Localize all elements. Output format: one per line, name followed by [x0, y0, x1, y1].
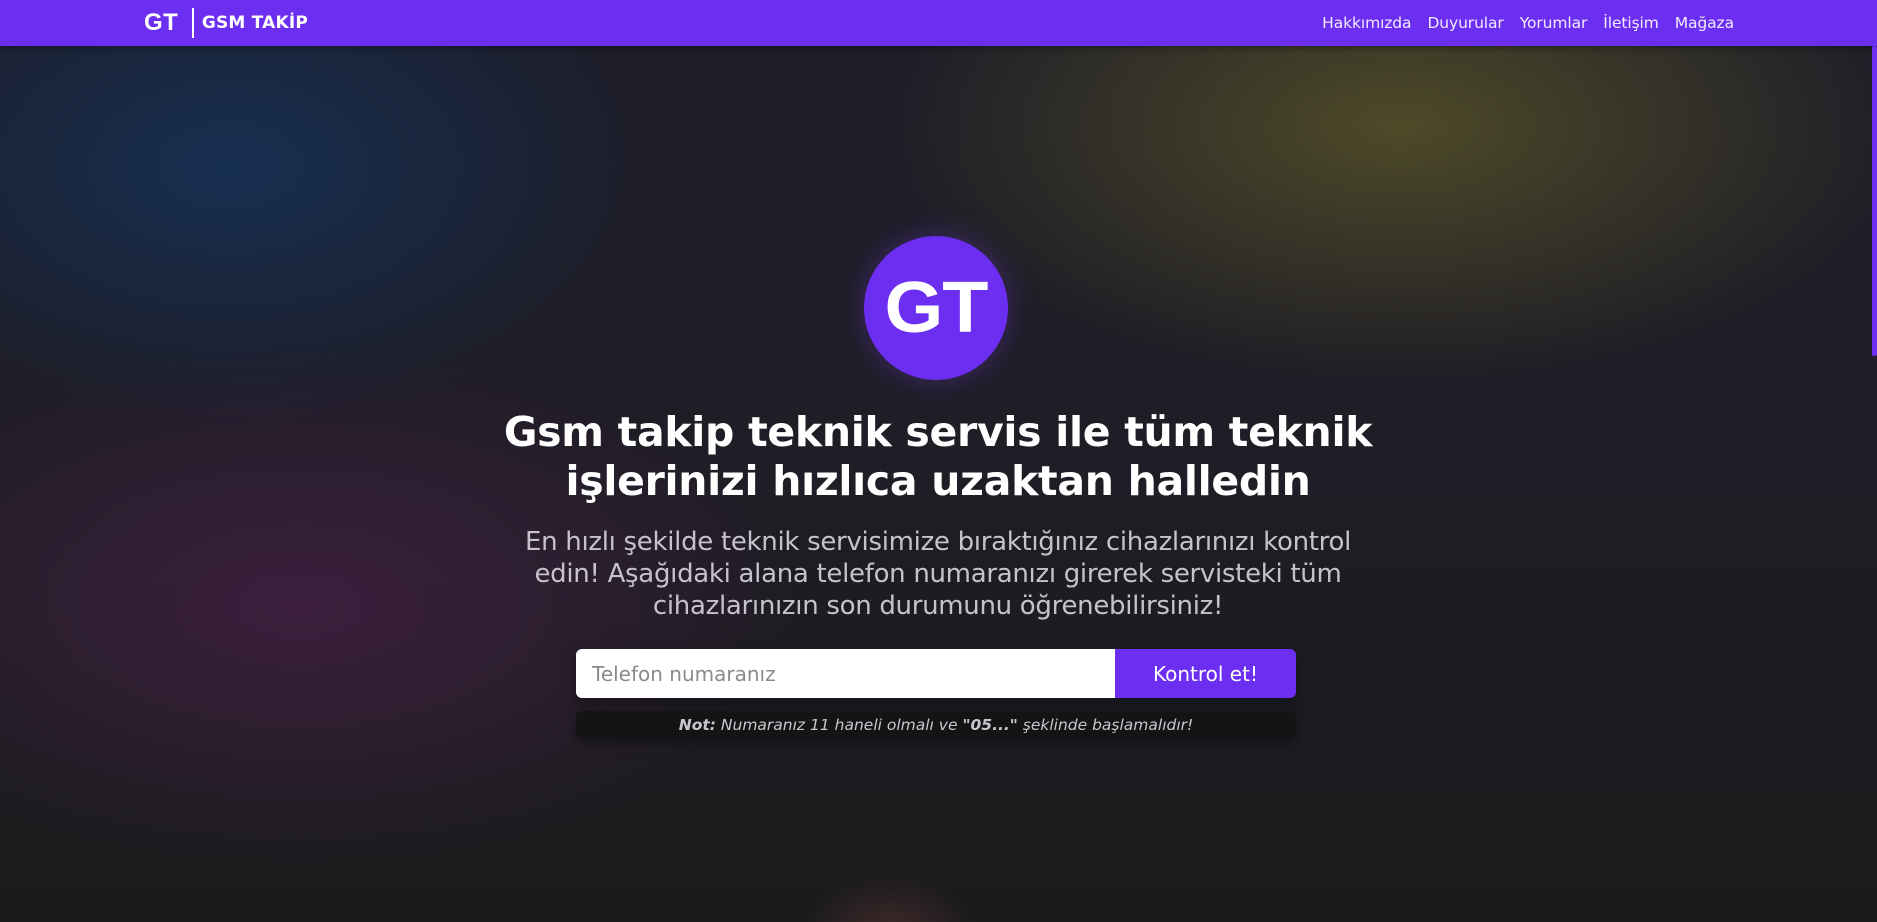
scrollbar[interactable] [1872, 46, 1877, 922]
hero-logo-text: GT [884, 268, 989, 348]
navbar: GT GSM TAKİP Hakkımızda Duyurular Yoruml… [0, 0, 1877, 46]
hero-subtitle: En hızlı şekilde teknik servisimize bıra… [525, 527, 1351, 621]
note-text-after: şeklinde başlamalıdır! [1017, 716, 1194, 734]
hero-title: Gsm takip teknik servis ile tüm teknik i… [503, 408, 1373, 505]
phone-search-form: Kontrol et! [576, 649, 1296, 698]
hero-logo: GT [864, 236, 1008, 380]
nav-link-about[interactable]: Hakkımızda [1322, 14, 1411, 32]
brand-divider [192, 8, 194, 38]
brand-mark: GT [144, 9, 179, 36]
page: GT GSM TAKİP Hakkımızda Duyurular Yoruml… [0, 0, 1877, 922]
scrollbar-thumb[interactable] [1872, 46, 1877, 356]
nav-link-contact[interactable]: İletişim [1603, 14, 1659, 32]
nav-link-store[interactable]: Mağaza [1675, 14, 1734, 32]
nav-link-announcements[interactable]: Duyurular [1427, 14, 1503, 32]
brand-logo[interactable]: GT GSM TAKİP [144, 0, 308, 46]
nav-link-reviews[interactable]: Yorumlar [1520, 14, 1588, 32]
note-text-before: Numaranız 11 haneli olmalı ve [715, 716, 963, 734]
brand-name: GSM TAKİP [201, 13, 309, 33]
phone-format-note: Not: Numaranız 11 haneli olmalı ve "05..… [576, 711, 1296, 739]
note-label: Not: [678, 716, 716, 734]
note-highlight: "05..." [962, 716, 1018, 734]
nav-links: Hakkımızda Duyurular Yorumlar İletişim M… [1322, 0, 1734, 46]
phone-input[interactable] [576, 649, 1115, 698]
check-button[interactable]: Kontrol et! [1115, 649, 1296, 698]
